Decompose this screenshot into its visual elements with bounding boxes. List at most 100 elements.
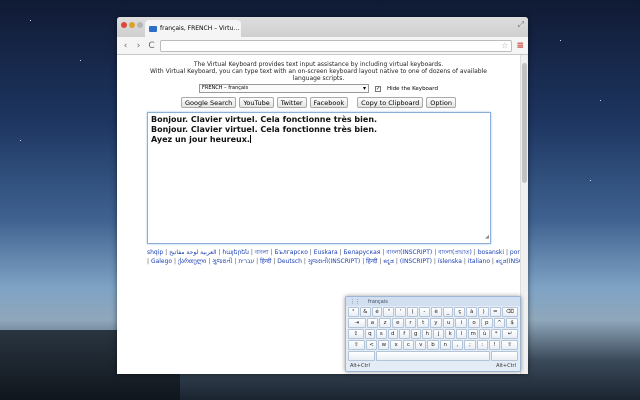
key[interactable]: & — [359, 307, 371, 317]
key[interactable]: $ — [506, 318, 518, 328]
key[interactable]: u — [442, 318, 455, 328]
key[interactable]: m — [467, 329, 479, 339]
key[interactable]: : — [476, 340, 488, 350]
language-link[interactable]: հայերեն — [222, 249, 249, 256]
key[interactable]: b — [427, 340, 439, 350]
key[interactable]: ⇧ — [501, 340, 519, 350]
key[interactable]: z — [379, 318, 391, 328]
back-arrow-icon[interactable]: ‹ — [121, 41, 130, 51]
key[interactable]: ; — [464, 340, 476, 350]
key[interactable]: q — [364, 329, 376, 339]
language-link[interactable]: Galego — [151, 258, 172, 265]
language-link[interactable]: italiano — [468, 258, 490, 265]
resize-grip-icon[interactable]: ◢ — [485, 232, 489, 242]
address-bar[interactable]: ☆ — [160, 39, 513, 52]
language-link[interactable]: हिन्दी — [260, 258, 271, 265]
language-link[interactable]: עברית — [238, 258, 254, 265]
key[interactable]: c — [402, 340, 415, 350]
key[interactable]: i — [455, 318, 468, 328]
key[interactable]: x — [390, 340, 402, 350]
language-link[interactable]: Българско — [274, 249, 307, 256]
key[interactable]: * — [490, 329, 502, 339]
option-button[interactable]: Option — [426, 97, 456, 108]
key[interactable]: é — [371, 307, 383, 317]
youtube-button[interactable]: YouTube — [239, 97, 274, 108]
alt-ctrl-right[interactable]: Alt+Ctrl — [496, 363, 516, 369]
key[interactable]: ^ — [493, 318, 506, 328]
layout-select[interactable]: FRENCH – français — [199, 84, 370, 93]
key[interactable]: h — [422, 329, 433, 339]
language-link[interactable]: ಕನ್ನಡ — [383, 258, 394, 265]
twitter-button[interactable]: Twitter — [276, 97, 307, 108]
key[interactable]: v — [415, 340, 427, 350]
key[interactable]: ⇪ — [348, 329, 364, 339]
key[interactable]: f — [399, 329, 410, 339]
key[interactable]: ⇧ — [348, 340, 365, 350]
key[interactable]: è — [430, 307, 442, 317]
key[interactable]: ⌫ — [501, 307, 518, 317]
key[interactable]: n — [439, 340, 451, 350]
key[interactable]: r — [404, 318, 417, 328]
language-link[interactable]: íslenska — [438, 258, 462, 265]
key[interactable]: d — [387, 329, 399, 339]
language-link[interactable]: हिन्दी — [366, 258, 377, 265]
key[interactable]: à — [466, 307, 478, 317]
key[interactable]: o — [468, 318, 480, 328]
bookmark-star-icon[interactable]: ☆ — [501, 41, 508, 50]
key[interactable]: g — [410, 329, 421, 339]
key[interactable]: ² — [348, 307, 359, 317]
key[interactable]: e — [391, 318, 404, 328]
tab-virtual-keyboard[interactable]: français, FRENCH – Virtu… × — [145, 20, 241, 37]
key[interactable]: ⇥ — [348, 318, 366, 328]
key[interactable]: < — [365, 340, 378, 350]
key-ctrl[interactable] — [490, 351, 518, 361]
key[interactable]: ç — [454, 307, 466, 317]
key[interactable]: s — [376, 329, 387, 339]
key[interactable]: ↵ — [502, 329, 518, 339]
key[interactable]: w — [378, 340, 390, 350]
language-link[interactable]: ગુજરાતી(INSCRIPT) — [308, 258, 360, 265]
facebook-button[interactable]: Facebook — [309, 97, 349, 108]
key[interactable]: a — [366, 318, 379, 328]
key-ctrl[interactable] — [348, 351, 376, 361]
language-link[interactable]: ქართული — [178, 258, 206, 265]
menu-icon[interactable]: ≡ — [516, 41, 524, 51]
key[interactable]: ! — [488, 340, 501, 350]
key[interactable]: ù — [479, 329, 490, 339]
window-controls[interactable] — [121, 22, 143, 28]
key[interactable]: _ — [442, 307, 454, 317]
key[interactable]: ' — [395, 307, 407, 317]
virtual-keyboard[interactable]: ⋮⋮ français ² & é " '(- è _ ç à) = ⌫ ⇥ a z e r t y u i o p ^ $… — [345, 296, 521, 372]
language-link[interactable]: (INSCRIPT) — [400, 258, 432, 265]
key[interactable]: k — [444, 329, 456, 339]
language-link[interactable]: shqip — [147, 249, 163, 256]
language-link[interactable]: বাংলা — [255, 249, 269, 256]
language-link[interactable]: Беларуская — [344, 249, 381, 256]
scrollbar-thumb[interactable] — [522, 63, 527, 183]
alt-ctrl-left[interactable]: Alt+Ctrl — [350, 363, 370, 369]
hide-keyboard-checkbox[interactable]: ✓ — [375, 85, 382, 92]
forward-arrow-icon[interactable]: › — [134, 41, 143, 51]
key[interactable]: ) — [478, 307, 489, 317]
language-link[interactable]: বাংলা(INSCRIPT) — [386, 249, 432, 256]
key[interactable]: " — [383, 307, 395, 317]
key[interactable]: , — [451, 340, 464, 350]
google-search-button[interactable]: Google Search — [180, 97, 237, 108]
keyboard-header[interactable]: ⋮⋮ français — [346, 297, 520, 306]
key[interactable]: l — [456, 329, 467, 339]
language-link[interactable]: Deutsch — [277, 258, 302, 265]
language-link[interactable]: Euskara — [314, 249, 338, 256]
language-link[interactable]: bosanski — [478, 249, 504, 256]
key[interactable]: - — [418, 307, 430, 317]
scrollbar[interactable] — [520, 55, 528, 374]
language-link[interactable]: বাংলা(প্রভাত) — [438, 249, 472, 256]
text-editor[interactable]: Bonjour. Clavier virtuel. Cela fonctionn… — [147, 112, 491, 244]
key[interactable]: t — [417, 318, 430, 328]
key-space[interactable] — [376, 351, 490, 361]
key[interactable]: j — [433, 329, 444, 339]
expand-icon[interactable]: ⤢ — [518, 20, 524, 30]
language-link[interactable]: ગુજરાતી — [212, 258, 232, 265]
language-link[interactable]: العربية لوحة مفاتيح — [169, 249, 217, 256]
reload-icon[interactable]: C — [147, 41, 156, 51]
keyboard-grip-icon[interactable]: ⋮⋮ — [350, 299, 360, 305]
